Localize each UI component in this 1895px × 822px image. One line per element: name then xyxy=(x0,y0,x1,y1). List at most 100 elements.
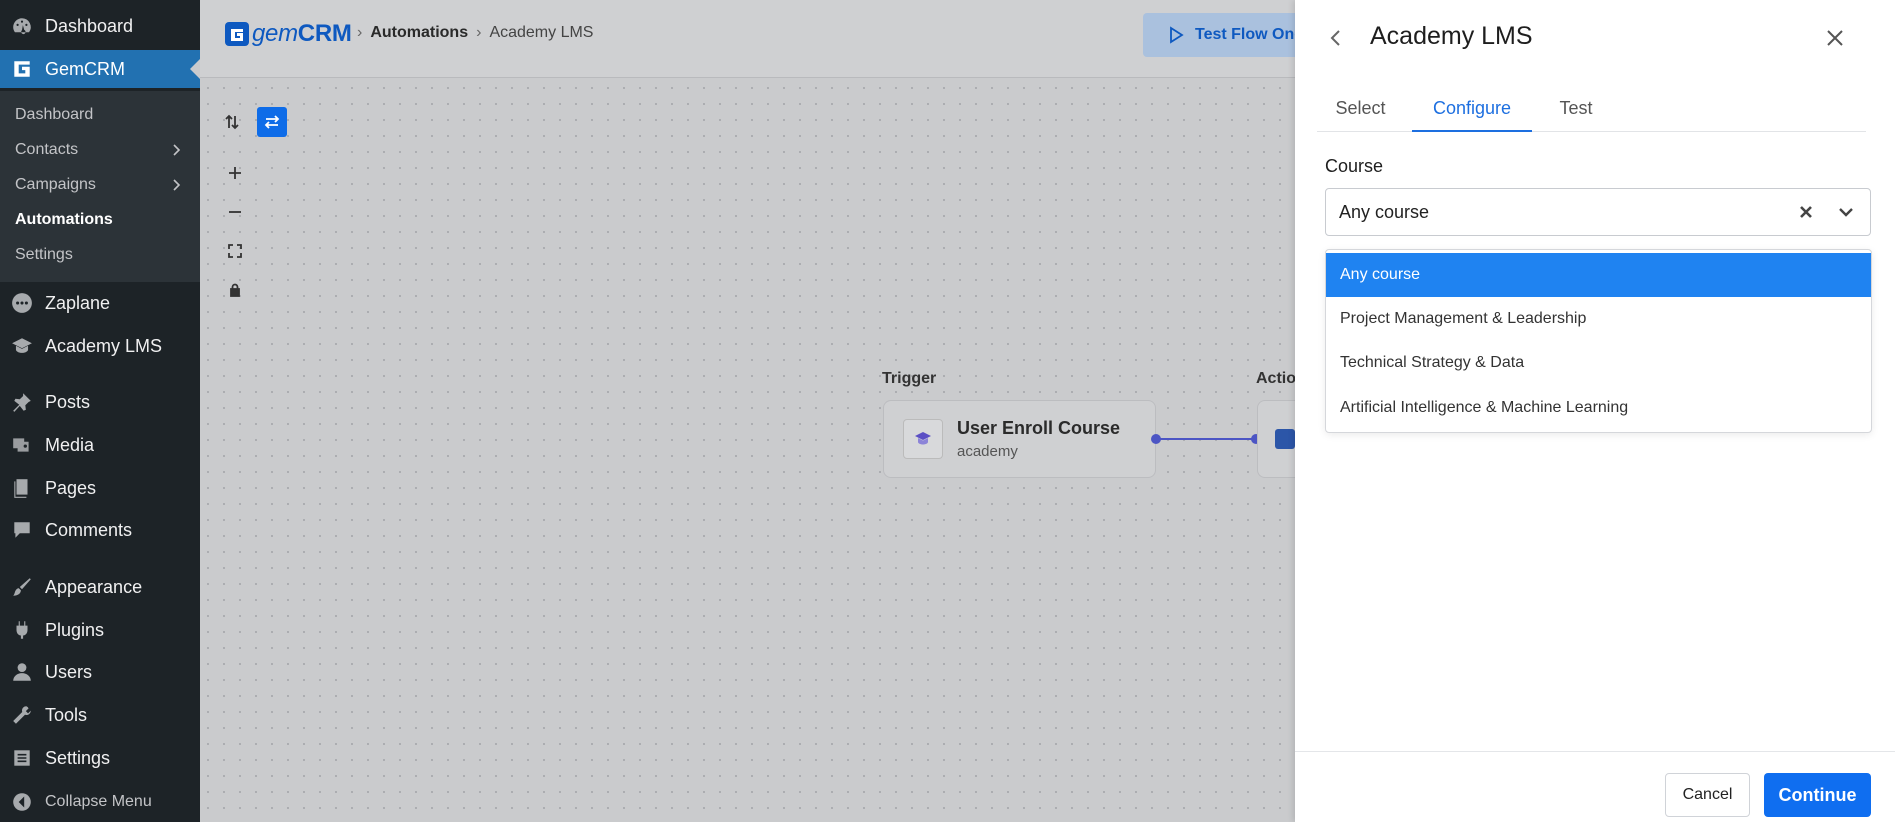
swap-vertical-icon xyxy=(225,114,239,130)
connector-start-handle[interactable] xyxy=(1151,434,1161,444)
fit-view-button[interactable] xyxy=(220,236,250,266)
chevron-left-icon xyxy=(1330,30,1340,46)
sidebar-item-academy-lms[interactable]: Academy LMS xyxy=(0,327,200,365)
horizontal-layout-button[interactable] xyxy=(257,107,287,137)
breadcrumb: › Automations › Academy LMS xyxy=(357,24,593,42)
pages-icon xyxy=(11,477,33,499)
chevron-right-icon xyxy=(168,177,184,193)
sidebar-item-label: Tools xyxy=(45,704,88,725)
clear-selection-icon[interactable] xyxy=(1796,202,1816,222)
sidebar-item-zaplane[interactable]: Zaplane xyxy=(0,284,200,322)
sidebar-item-media[interactable]: Media xyxy=(0,426,200,464)
gemcrm-icon xyxy=(11,58,33,80)
node-connector xyxy=(1156,438,1257,440)
zoom-in-button[interactable] xyxy=(220,158,250,188)
course-option-any-course[interactable]: Any course xyxy=(1326,253,1871,297)
academy-icon xyxy=(915,432,931,445)
gemcrm-submenu: Dashboard Contacts Campaigns Automations… xyxy=(0,91,200,282)
sidebar-item-gemcrm[interactable]: GemCRM xyxy=(0,50,200,88)
logo-prefix: gem xyxy=(252,20,298,47)
trigger-label: Trigger xyxy=(882,370,937,387)
submenu-item-contacts[interactable]: Contacts xyxy=(15,135,200,165)
course-option-ai-ml[interactable]: Artificial Intelligence & Machine Learni… xyxy=(1326,386,1871,430)
submenu-item-automations[interactable]: Automations xyxy=(15,205,200,235)
course-option-project-management[interactable]: Project Management & Leadership xyxy=(1326,297,1871,341)
submenu-item-campaigns[interactable]: Campaigns xyxy=(15,170,200,200)
close-icon xyxy=(1827,30,1843,46)
breadcrumb-separator: › xyxy=(476,24,482,41)
course-select[interactable]: Any course xyxy=(1325,188,1871,236)
action-node-icon xyxy=(1275,429,1295,449)
close-button[interactable] xyxy=(1823,26,1847,50)
sidebar-item-dashboard[interactable]: Dashboard xyxy=(0,7,200,45)
sidebar-item-label: Appearance xyxy=(45,576,143,597)
dashboard-icon xyxy=(11,15,33,37)
zoom-out-button[interactable] xyxy=(220,197,250,227)
action-label: Action xyxy=(1256,370,1295,387)
sidebar-item-pages[interactable]: Pages xyxy=(0,469,200,507)
wrench-icon xyxy=(11,704,33,726)
course-select-value: Any course xyxy=(1339,201,1430,222)
trigger-node[interactable]: User Enroll Course academy xyxy=(883,400,1156,478)
continue-button[interactable]: Continue xyxy=(1764,773,1871,817)
logo-suffix: CRM xyxy=(297,20,352,47)
sidebar-item-label: Zaplane xyxy=(45,292,111,313)
plugin-icon xyxy=(11,619,33,641)
sidebar-item-users[interactable]: Users xyxy=(0,653,200,691)
chevron-right-icon xyxy=(168,142,184,158)
sidebar-item-label: Settings xyxy=(45,747,111,768)
sidebar-item-appearance[interactable]: Appearance xyxy=(0,568,200,606)
sidebar-item-label: Dashboard xyxy=(45,15,134,36)
submenu-label: Contacts xyxy=(15,141,79,158)
sidebar-item-label: Plugins xyxy=(45,619,105,640)
sidebar-item-label: Academy LMS xyxy=(45,335,163,356)
course-option-technical-strategy[interactable]: Technical Strategy & Data xyxy=(1326,341,1871,385)
tab-configure[interactable]: Configure xyxy=(1412,88,1532,132)
submenu-label: Automations xyxy=(15,211,113,228)
submenu-label: Campaigns xyxy=(15,176,96,193)
breadcrumb-separator: › xyxy=(357,24,363,41)
submenu-label: Dashboard xyxy=(15,106,94,123)
tab-select[interactable]: Select xyxy=(1317,88,1404,132)
course-dropdown-menu: Any course Project Management & Leadersh… xyxy=(1325,249,1872,433)
panel-title: Academy LMS xyxy=(1370,22,1533,50)
tab-test[interactable]: Test xyxy=(1542,88,1610,132)
sidebar-item-plugins[interactable]: Plugins xyxy=(0,611,200,649)
breadcrumb-automations[interactable]: Automations xyxy=(370,24,468,42)
cancel-button[interactable]: Cancel xyxy=(1665,773,1750,817)
collapse-menu-label: Collapse Menu xyxy=(45,793,152,810)
submenu-item-settings[interactable]: Settings xyxy=(15,240,200,270)
logo-text: gemCRM xyxy=(252,20,352,48)
back-button[interactable] xyxy=(1325,26,1347,50)
fullscreen-icon xyxy=(228,244,242,258)
course-label: Course xyxy=(1325,156,1384,176)
sidebar-item-label: Posts xyxy=(45,391,91,412)
submenu-item-dashboard[interactable]: Dashboard xyxy=(15,100,200,130)
swap-horizontal-icon xyxy=(264,115,280,129)
graduation-cap-icon xyxy=(11,335,33,357)
sidebar-item-label: Users xyxy=(45,661,93,682)
sidebar-item-settings[interactable]: Settings xyxy=(0,739,200,777)
wp-admin-sidebar: Dashboard GemCRM Dashboard Contacts Camp… xyxy=(0,0,200,822)
chevron-down-icon[interactable] xyxy=(1834,200,1858,224)
plus-icon xyxy=(229,167,241,179)
collapse-menu-button[interactable]: Collapse Menu xyxy=(0,783,200,821)
vertical-layout-button[interactable] xyxy=(217,107,247,137)
collapse-icon xyxy=(11,791,33,813)
panel-footer: Cancel Continue xyxy=(1295,751,1895,822)
settings-icon xyxy=(11,747,33,769)
play-icon xyxy=(1170,26,1184,44)
sidebar-item-label: GemCRM xyxy=(45,58,125,79)
trigger-node-icon xyxy=(903,419,943,459)
sidebar-item-posts[interactable]: Posts xyxy=(0,383,200,421)
sidebar-item-comments[interactable]: Comments xyxy=(0,511,200,549)
media-icon xyxy=(11,434,33,456)
minus-icon xyxy=(229,211,241,213)
lock-button[interactable] xyxy=(220,275,250,305)
user-icon xyxy=(11,661,33,683)
brush-icon xyxy=(11,576,33,598)
trigger-node-subtitle: academy xyxy=(957,443,1018,460)
sidebar-item-tools[interactable]: Tools xyxy=(0,696,200,734)
submenu-label: Settings xyxy=(15,246,73,263)
zaplane-icon xyxy=(11,292,33,314)
